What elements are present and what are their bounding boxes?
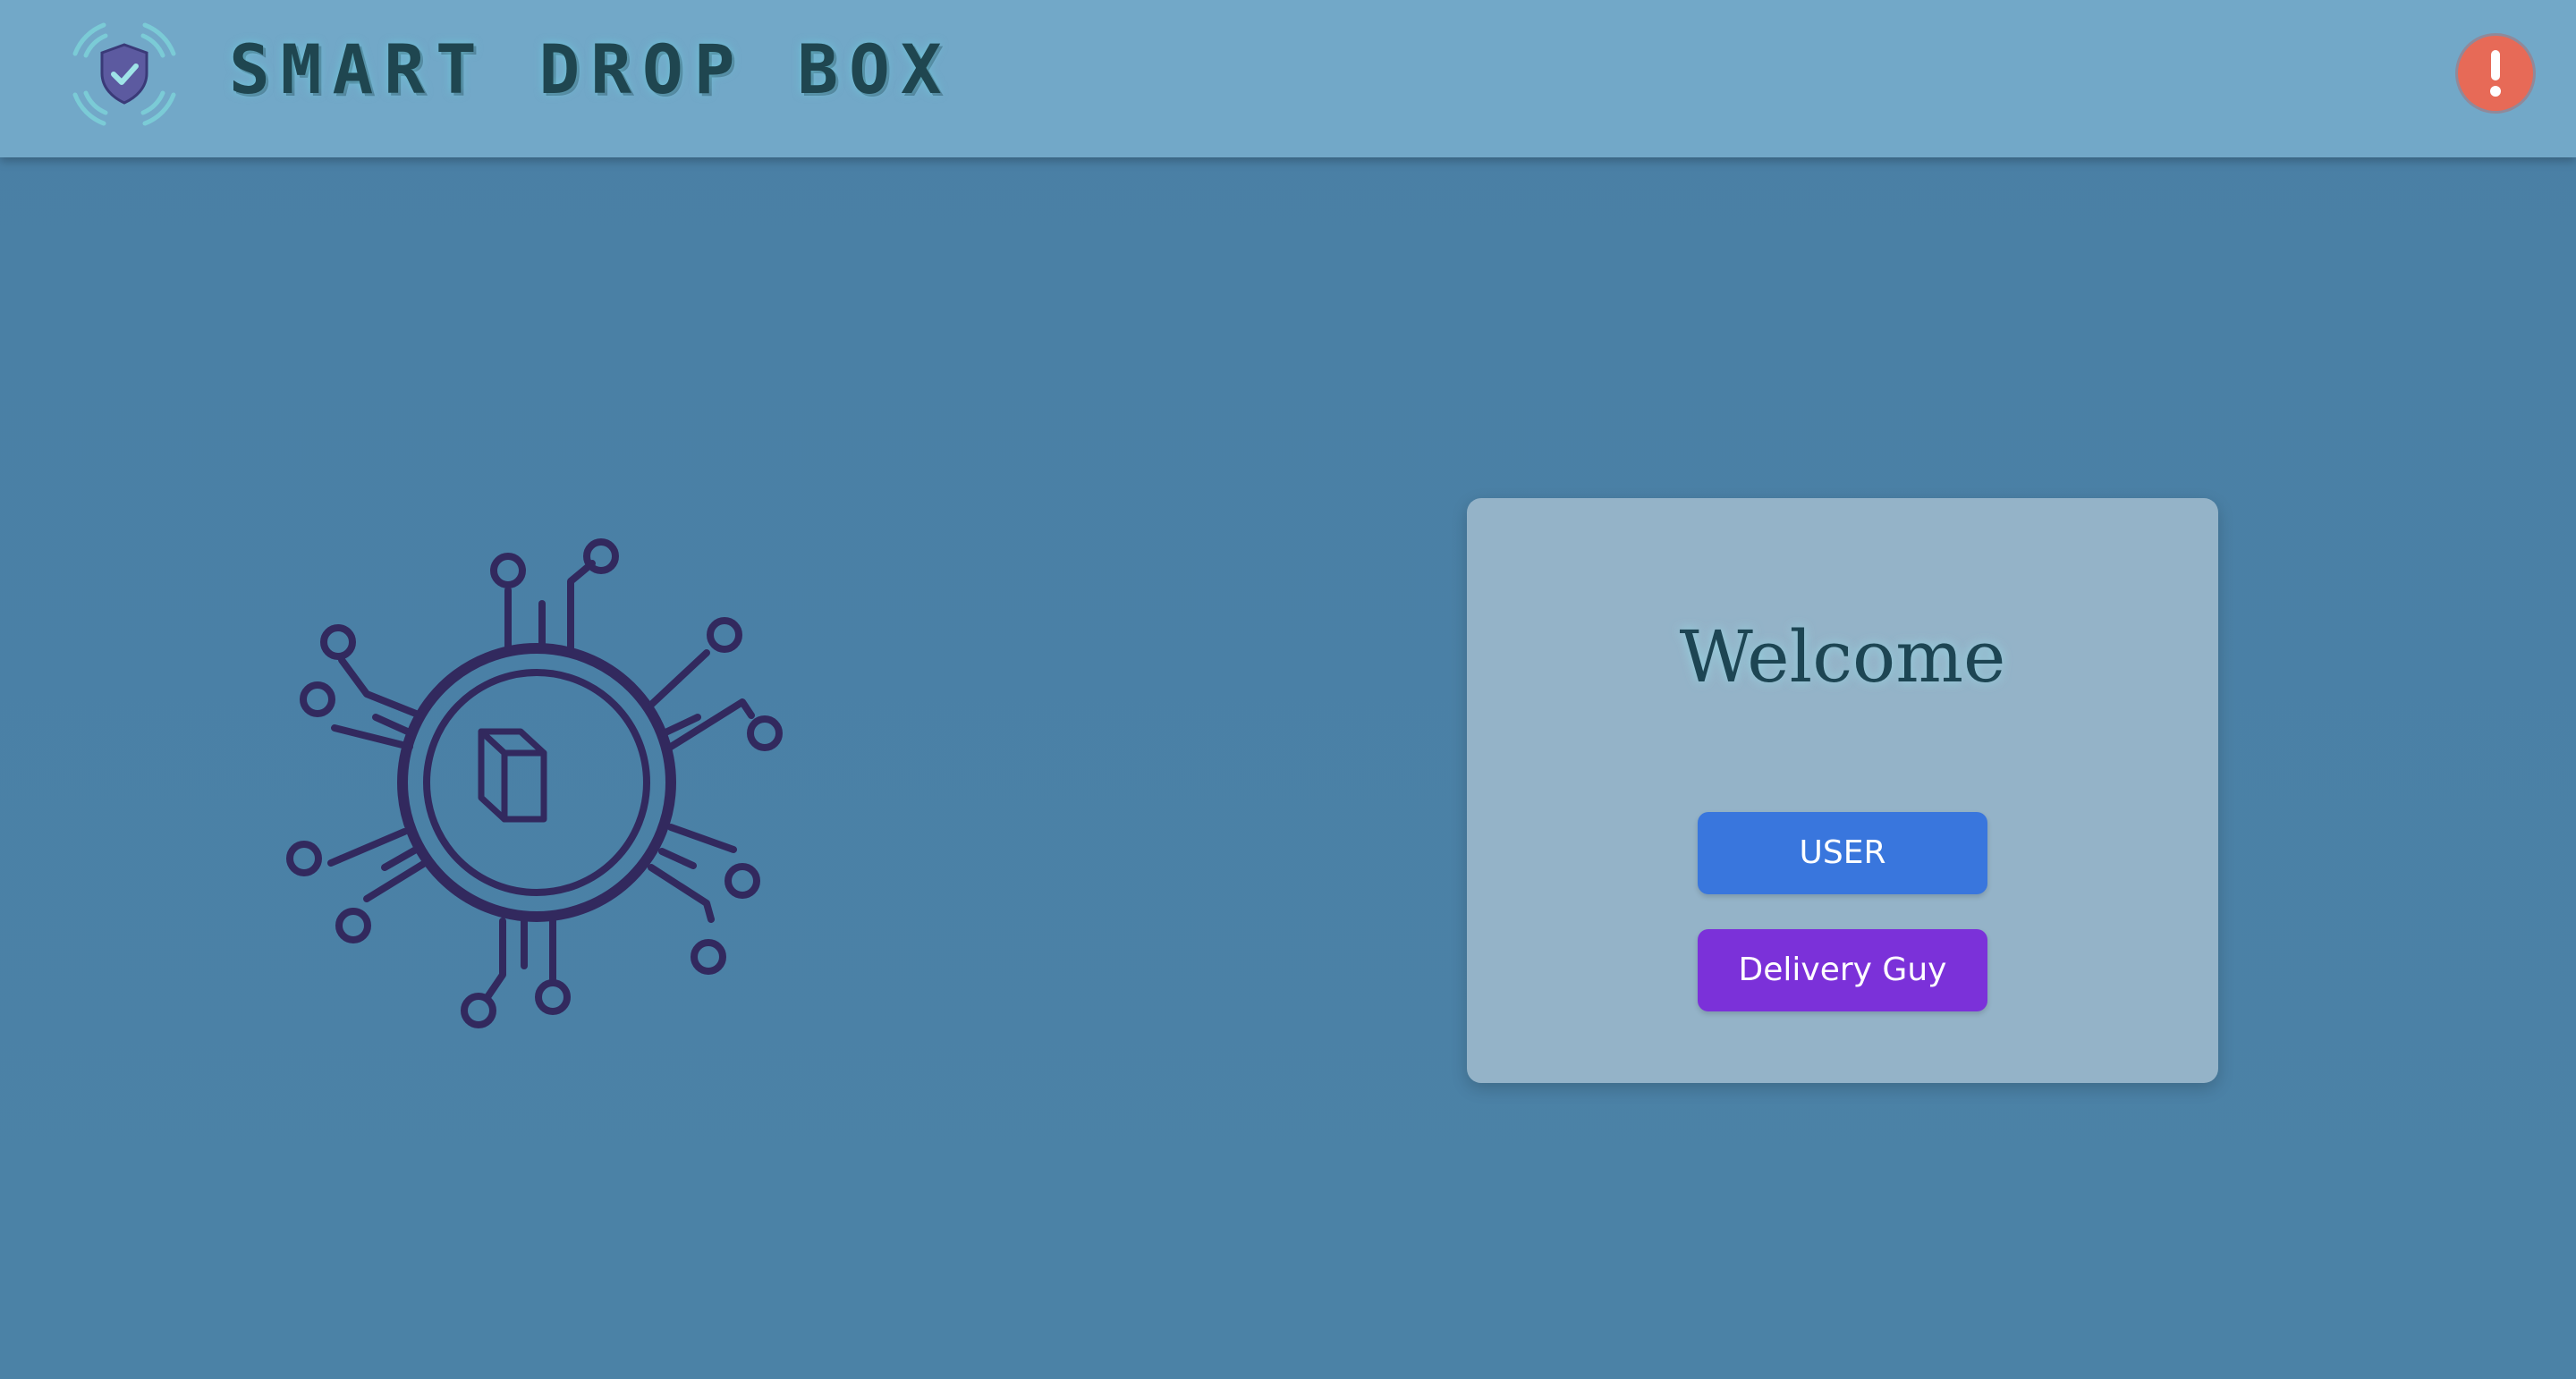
app-title: SMART DROP BOX (229, 30, 953, 109)
exclamation-alert-icon (2490, 50, 2501, 97)
welcome-title: Welcome (1679, 615, 2006, 698)
welcome-card: Welcome USER Delivery Guy (1467, 498, 2218, 1083)
alert-button[interactable] (2458, 36, 2533, 111)
shield-scan-icon (72, 22, 176, 126)
circuit-box-icon (286, 538, 783, 1028)
user-button[interactable]: USER (1698, 812, 1987, 894)
delivery-guy-button[interactable]: Delivery Guy (1698, 929, 1987, 1011)
top-bar: SMART DROP BOX (0, 0, 2576, 157)
